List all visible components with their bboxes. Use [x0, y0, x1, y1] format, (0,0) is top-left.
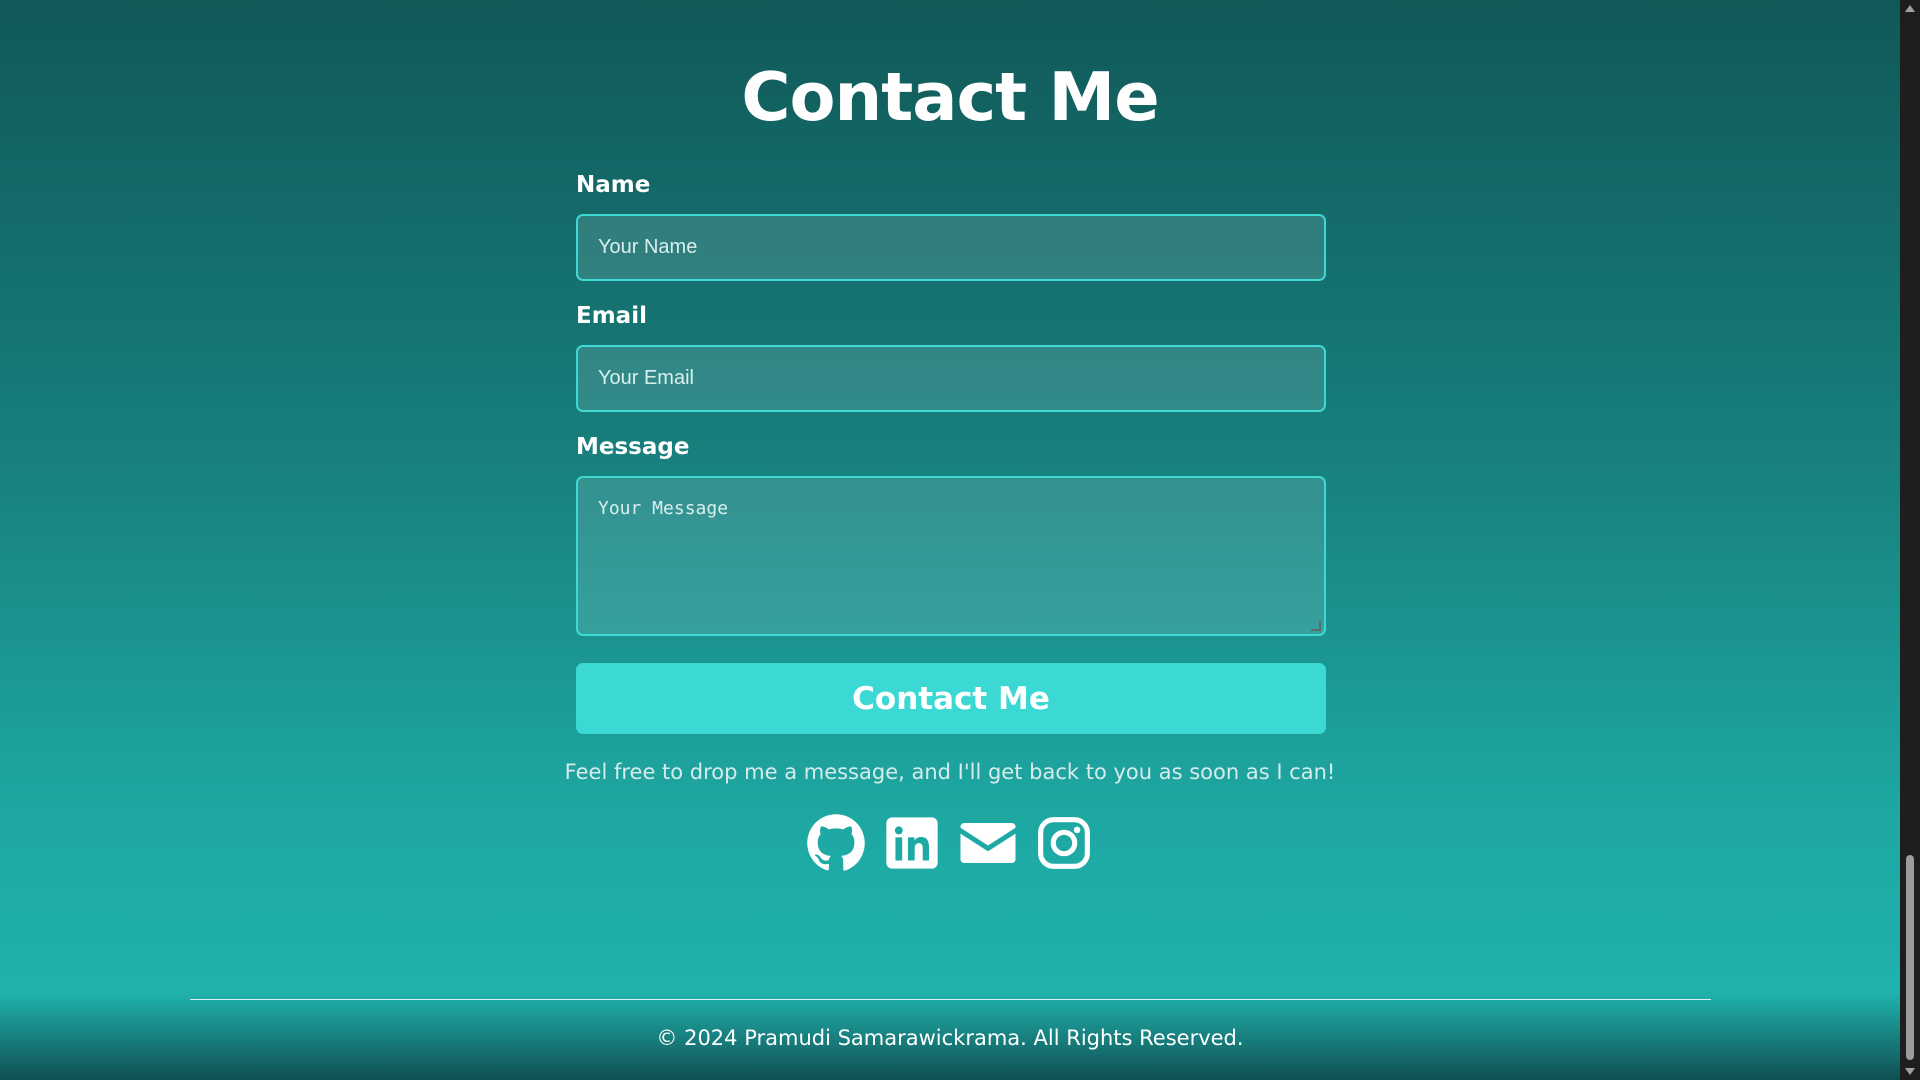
contact-note: Feel free to drop me a message, and I'll… — [564, 760, 1336, 784]
scrollbar-thumb[interactable] — [1906, 855, 1914, 1060]
email-input[interactable]: Your Email — [576, 345, 1326, 412]
resize-grip-icon[interactable] — [1311, 621, 1321, 631]
email-link[interactable] — [958, 813, 1018, 873]
scroll-down-arrow-icon[interactable] — [1905, 1068, 1915, 1075]
message-label: Message — [576, 434, 690, 460]
page-background: Contact Me Name Your Name Email Your Ema… — [0, 0, 1900, 1080]
footer-divider — [190, 999, 1711, 1000]
linkedin-link[interactable] — [882, 813, 942, 873]
github-link[interactable] — [806, 813, 866, 873]
scroll-up-arrow-icon[interactable] — [1905, 5, 1915, 12]
page-title: Contact Me — [741, 58, 1159, 136]
linkedin-icon — [886, 817, 938, 869]
email-input-placeholder: Your Email — [598, 367, 694, 389]
name-input-placeholder: Your Name — [598, 236, 698, 258]
social-links — [0, 813, 1900, 873]
footer-copyright: © 2024 Pramudi Samarawickrama. All Right… — [656, 1026, 1244, 1050]
github-icon — [807, 814, 865, 871]
message-textarea-placeholder: Your Message — [598, 498, 729, 519]
instagram-link[interactable] — [1034, 813, 1094, 873]
email-icon — [960, 823, 1016, 863]
contact-submit-button[interactable]: Contact Me — [576, 663, 1326, 734]
message-textarea[interactable]: Your Message — [576, 476, 1326, 636]
vertical-scrollbar[interactable] — [1900, 0, 1920, 1080]
name-label: Name — [576, 172, 651, 198]
contact-submit-label: Contact Me — [852, 680, 1050, 717]
instagram-icon — [1038, 817, 1090, 869]
email-label: Email — [576, 303, 647, 329]
name-input[interactable]: Your Name — [576, 214, 1326, 281]
